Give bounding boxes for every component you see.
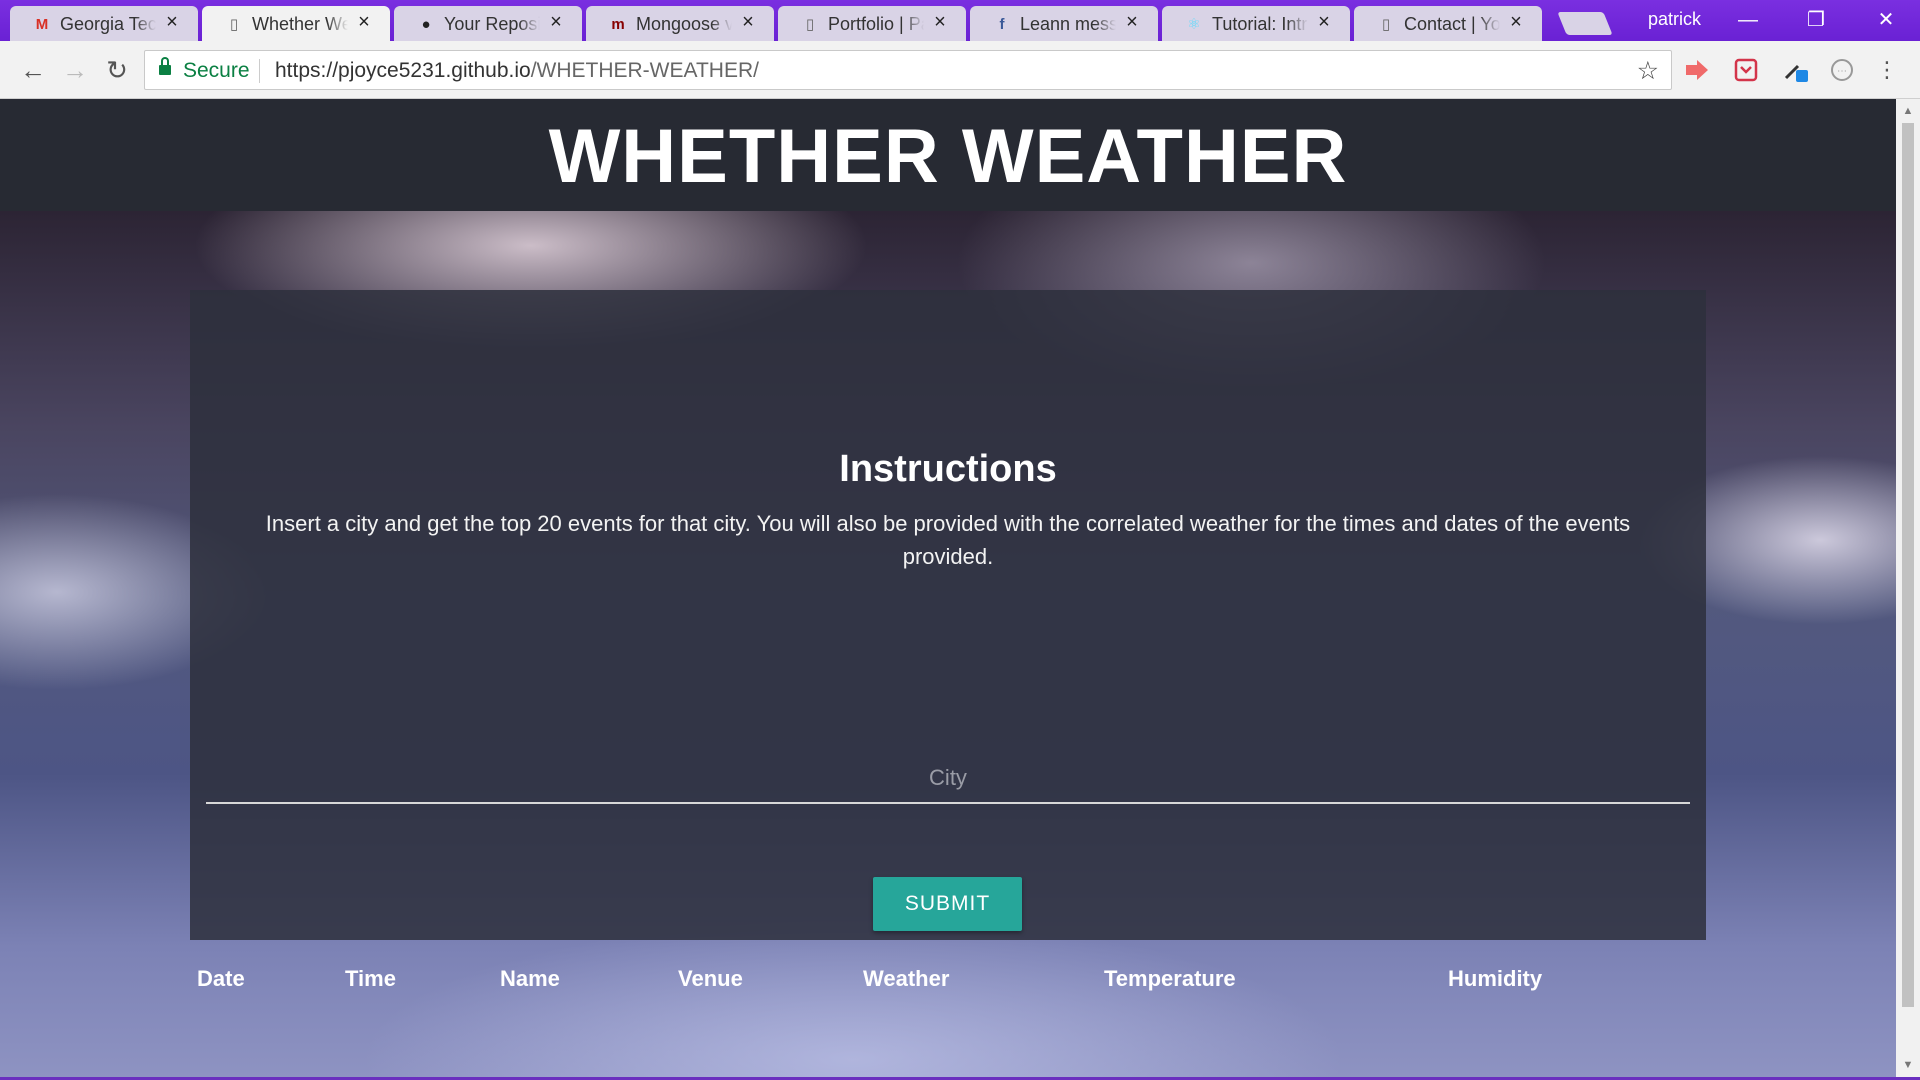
tab-strip: M Georgia Tech × ▯ Whether Weather × ● Your Rep… — [0, 0, 1920, 41]
profile-name[interactable]: patrick — [1648, 9, 1701, 30]
page-icon: ▯ — [229, 16, 239, 33]
browser-tab[interactable]: m Mongoose v5 × — [586, 6, 774, 41]
tab-title: Leann message — [1020, 14, 1116, 34]
tab-title: Portfolio | Patrick — [828, 14, 924, 34]
page-icon: ▯ — [1381, 16, 1391, 33]
browser-tab[interactable]: ● Your Repositories × — [394, 6, 582, 41]
scrollbar-thumb[interactable] — [1902, 123, 1914, 1007]
url-host: https://pjoyce5231.github.io — [275, 59, 531, 82]
browser-tab[interactable]: ▯ Portfolio | Patrick × — [778, 6, 966, 41]
github-icon: ● — [421, 15, 431, 33]
url-text[interactable]: https://pjoyce5231.github.io/WHETHER-WEA… — [275, 59, 759, 83]
address-bar[interactable]: Secure https://pjoyce5231.github.io/WHET… — [144, 50, 1672, 90]
forward-icon[interactable]: → — [58, 53, 92, 87]
tab-close-icon[interactable]: × — [162, 11, 182, 33]
restore-icon[interactable]: ❐ — [1796, 5, 1836, 35]
page-icon: ▯ — [805, 16, 815, 33]
column-header-time: Time — [345, 966, 396, 991]
extension-clock-icon[interactable]: ⋯ — [1828, 56, 1856, 84]
back-icon[interactable]: ← — [16, 53, 50, 87]
column-header-name: Name — [500, 966, 560, 991]
facebook-icon: f — [999, 15, 1005, 33]
tab-title: Whether Weather — [252, 14, 348, 34]
column-header-humidity: Humidity — [1448, 966, 1543, 991]
browser-tab[interactable]: f Leann message × — [970, 6, 1158, 41]
browser-toolbar: ← → ↻ Secure https://pjoyce5231.github.i… — [0, 41, 1920, 99]
tab-close-icon[interactable]: × — [546, 11, 566, 33]
site-title: WHETHER WEATHER — [548, 114, 1348, 199]
column-header-venue: Venue — [678, 966, 743, 991]
main-panel: Instructions Insert a city and get the t… — [190, 290, 1706, 991]
browser-tab[interactable]: M Georgia Tech × — [10, 6, 198, 41]
mongoose-icon: m — [611, 15, 625, 33]
column-header-temperature: Temperature — [1104, 966, 1236, 991]
page-viewport: WHETHER WEATHER Instructions Insert a ci… — [0, 99, 1920, 1077]
lock-icon — [159, 57, 171, 76]
instructions-text: Insert a city and get the top 20 events … — [265, 511, 1631, 569]
address-divider — [259, 59, 260, 83]
pocket-icon[interactable] — [1732, 56, 1760, 84]
tab-close-icon[interactable]: × — [1506, 11, 1526, 33]
url-path: /WHETHER-WEATHER/ — [530, 59, 759, 82]
minimize-icon[interactable]: — — [1728, 5, 1768, 35]
site-header: WHETHER WEATHER — [0, 99, 1896, 211]
tab-title: Your Repositories — [444, 14, 540, 34]
tab-title: Georgia Tech — [60, 14, 156, 34]
react-icon: ⚛ — [1187, 16, 1201, 33]
color-picker-icon[interactable] — [1782, 56, 1810, 84]
tab-close-icon[interactable]: × — [1314, 11, 1334, 33]
column-header-weather: Weather — [863, 966, 950, 991]
reload-icon[interactable]: ↻ — [100, 53, 134, 87]
tab-title: Mongoose v5 — [636, 14, 732, 34]
vertical-scrollbar[interactable]: ▲ ▼ — [1896, 99, 1920, 1077]
menu-icon[interactable]: ⋮ — [1870, 53, 1904, 87]
close-window-icon[interactable]: ✕ — [1866, 5, 1906, 35]
tab-title: Tutorial: Intro to React — [1212, 14, 1308, 34]
tab-close-icon[interactable]: × — [738, 11, 758, 33]
column-header-date: Date — [197, 966, 245, 991]
tab-close-icon[interactable]: × — [354, 11, 374, 33]
tab-close-icon[interactable]: × — [1122, 11, 1142, 33]
bookmark-star-icon[interactable]: ☆ — [1637, 56, 1659, 86]
tab-close-icon[interactable]: × — [930, 11, 950, 33]
scroll-up-arrow-icon[interactable]: ▲ — [1896, 101, 1920, 121]
new-tab-button[interactable] — [1557, 12, 1613, 35]
browser-tab[interactable]: ⚛ Tutorial: Intro to React × — [1162, 6, 1350, 41]
gmail-icon: M — [35, 15, 49, 33]
city-input[interactable] — [206, 754, 1690, 804]
scroll-down-arrow-icon[interactable]: ▼ — [1896, 1055, 1920, 1075]
instructions-title: Instructions — [839, 448, 1057, 490]
browser-tab[interactable]: ▯ Whether Weather × — [202, 6, 390, 41]
submit-button[interactable]: SUBMIT — [873, 877, 1022, 931]
browser-tab[interactable]: ▯ Contact | Your × — [1354, 6, 1542, 41]
svg-text:⋯: ⋯ — [1837, 66, 1847, 77]
results-table-header: Date Time Name Venue Weather Temperature… — [190, 966, 1706, 1006]
extension-arrow-icon[interactable] — [1683, 56, 1711, 84]
secure-label: Secure — [183, 59, 250, 82]
tab-title: Contact | Your — [1404, 14, 1500, 34]
